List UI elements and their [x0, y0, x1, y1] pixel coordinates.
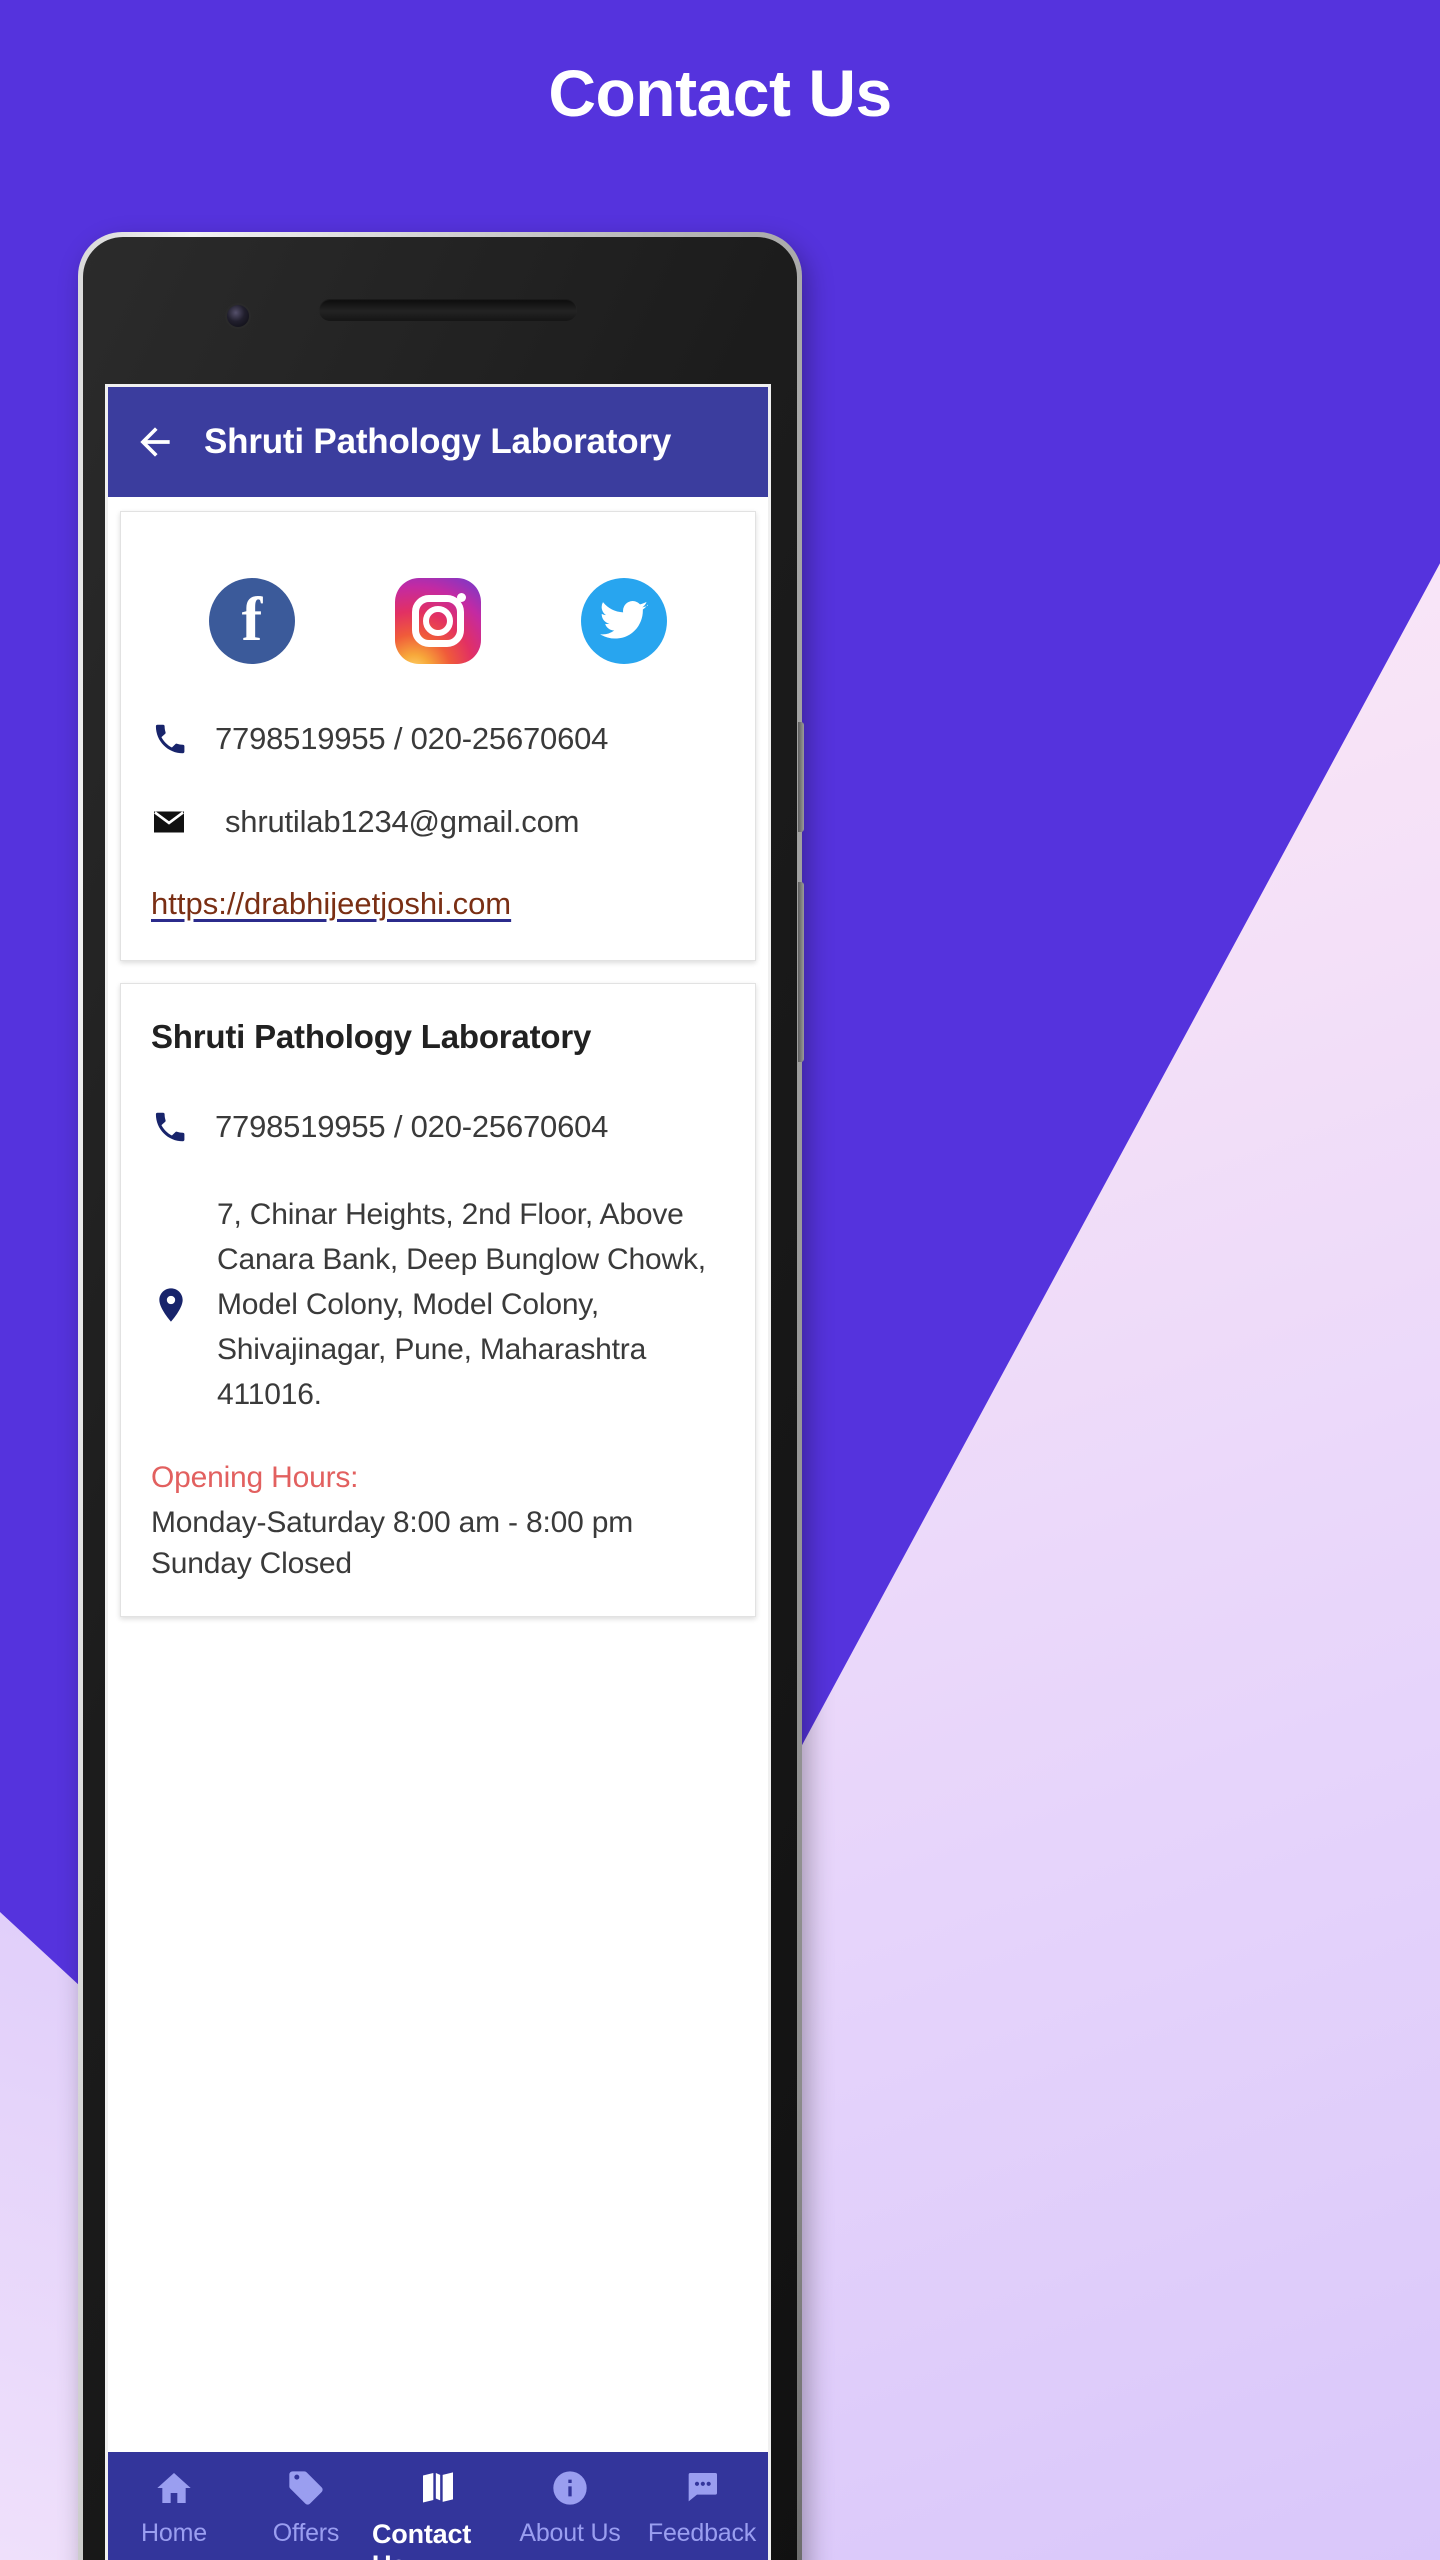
branch-name: Shruti Pathology Laboratory: [151, 1018, 592, 1055]
power-button[interactable]: [798, 882, 804, 1062]
back-button[interactable]: [130, 417, 180, 467]
nav-item-feedback[interactable]: Feedback: [636, 2466, 768, 2548]
branch-phone-number: 7798519955 / 020-25670604: [215, 1109, 609, 1144]
nav-label-offers: Offers: [272, 2519, 340, 2547]
opening-hours-sunday: Sunday Closed: [151, 1546, 352, 1580]
mail-icon: [154, 811, 184, 833]
email-address: shrutilab1234@gmail.com: [225, 804, 580, 839]
home-icon-wrap: [154, 2466, 194, 2510]
branch-card: Shruti Pathology Laboratory 7798519955 /…: [120, 983, 756, 1617]
branch-phone-row[interactable]: 7798519955 / 020-25670604: [151, 1108, 725, 1146]
email-row[interactable]: shrutilab1234@gmail.com: [151, 804, 725, 840]
map-pin-icon: [159, 1287, 183, 1322]
branch-phone-icon-wrap: [151, 1108, 197, 1146]
page-title: Contact Us: [548, 56, 892, 130]
front-camera-icon: [227, 305, 249, 327]
twitter-bird-icon: [600, 601, 648, 639]
address-row[interactable]: 7, Chinar Heights, 2nd Floor, Above Cana…: [151, 1192, 725, 1417]
app-bar-title: Shruti Pathology Laboratory: [204, 422, 672, 461]
phone-row[interactable]: 7798519955 / 020-25670604: [151, 720, 725, 758]
map-pin-icon-wrap: [151, 1285, 197, 1325]
nav-label-home: Home: [141, 2519, 207, 2547]
instagram-icon[interactable]: [395, 578, 481, 664]
address-text: 7, Chinar Heights, 2nd Floor, Above Cana…: [217, 1198, 706, 1411]
earpiece-speaker: [319, 299, 577, 321]
phone-icon: [155, 724, 185, 754]
chat-icon: [688, 2473, 717, 2502]
nav-item-offers[interactable]: Offers: [240, 2466, 372, 2548]
info-icon-wrap: [550, 2466, 590, 2510]
opening-hours-title: Opening Hours:: [151, 1461, 359, 1494]
nav-label-feedback: Feedback: [647, 2519, 757, 2547]
social-links-row: [151, 578, 725, 664]
twitter-icon[interactable]: [581, 578, 667, 664]
app-screen: Shruti Pathology Laboratory f 7798519955…: [105, 384, 771, 2560]
phone-icon: [155, 1112, 185, 1142]
phone-mockup: Shruti Pathology Laboratory f 7798519955…: [78, 232, 804, 2560]
phone-number: 7798519955 / 020-25670604: [215, 721, 609, 756]
promo-banner: Contact Us Shruti Pathology Laboratory f…: [0, 0, 1440, 2560]
arrow-left-icon: [140, 427, 170, 457]
tag-icon-wrap: [286, 2466, 326, 2510]
nav-label-contact-us: Contact Us: [372, 2519, 472, 2560]
app-bar: Shruti Pathology Laboratory: [108, 387, 768, 497]
nav-item-contact-us[interactable]: Contact Us: [372, 2466, 504, 2560]
nav-label-about-us: About Us: [519, 2519, 621, 2547]
tag-icon: [289, 2471, 323, 2505]
map-book-icon: [423, 2472, 453, 2503]
bottom-navigation: Home Offers Contact About Us Feedback: [108, 2452, 768, 2560]
info-icon: [553, 2471, 587, 2505]
website-link[interactable]: https://drabhijeetjoshi.com: [151, 886, 511, 922]
map-book-icon-wrap: [418, 2466, 458, 2510]
instagram-dot: [457, 593, 466, 602]
mail-icon-wrap: [151, 804, 197, 840]
contact-card: 7798519955 / 020-25670604 shrutilab1234@…: [120, 511, 756, 961]
home-icon: [157, 2473, 191, 2503]
opening-hours-weekday: Monday-Saturday 8:00 am - 8:00 pm: [151, 1506, 633, 1539]
nav-item-home[interactable]: Home: [108, 2466, 240, 2548]
scroll-content: 7798519955 / 020-25670604 shrutilab1234@…: [108, 497, 768, 2560]
nav-item-about-us[interactable]: About Us: [504, 2466, 636, 2548]
volume-button[interactable]: [798, 722, 804, 832]
chat-icon-wrap: [682, 2466, 722, 2510]
instagram-lens: [423, 606, 453, 636]
facebook-icon[interactable]: [209, 578, 295, 664]
phone-icon-wrap: [151, 720, 197, 758]
